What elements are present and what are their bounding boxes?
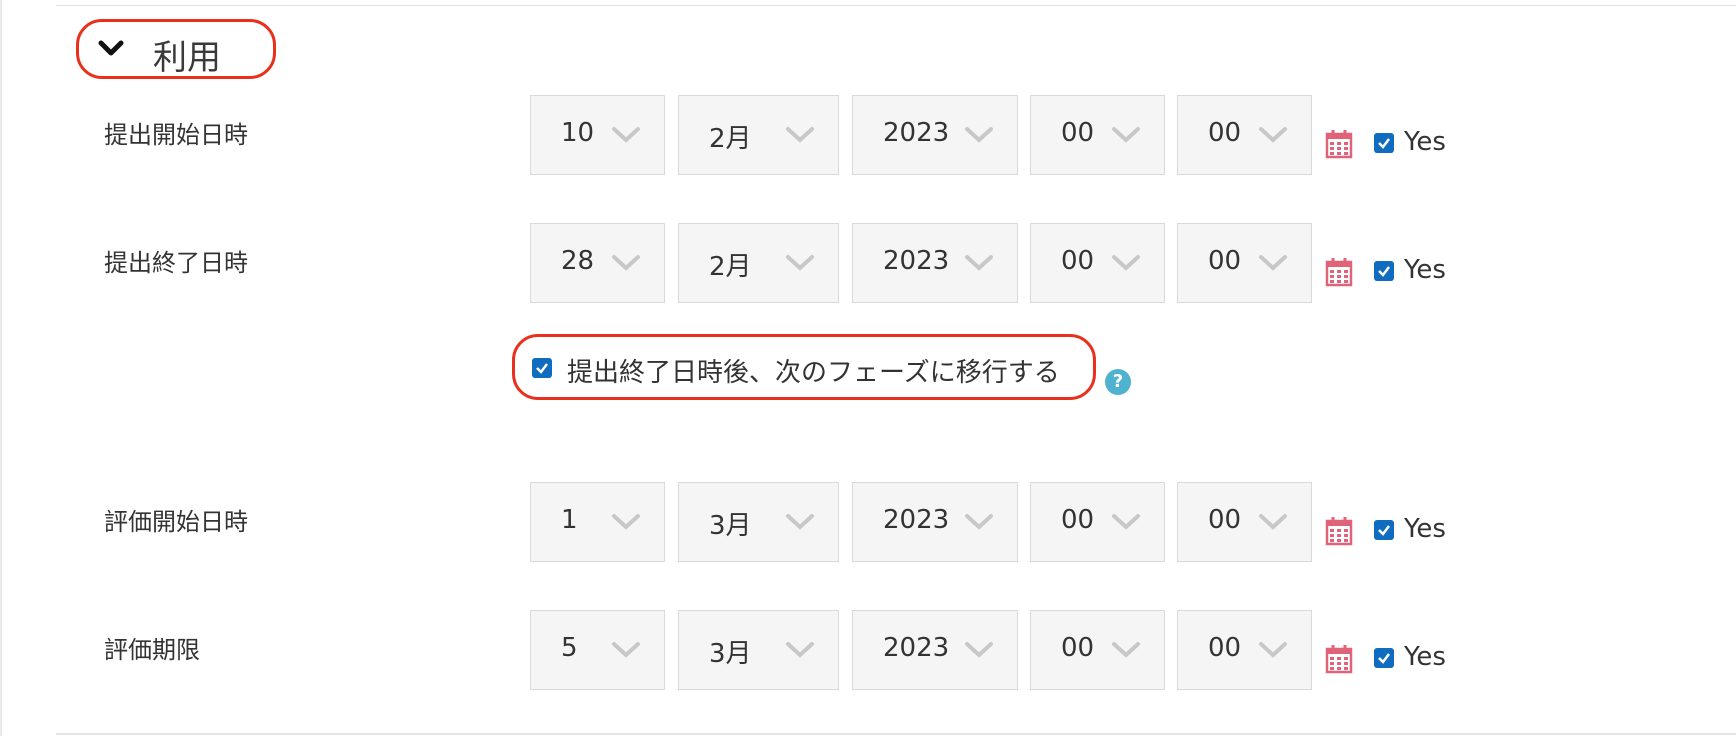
hour-select[interactable]: 00 [1030, 610, 1165, 690]
enable-checkbox[interactable] [1374, 261, 1394, 281]
auto-switch-label: 提出終了日時後、次のフェーズに移行する [567, 358, 1060, 388]
chevron-down-icon [1259, 255, 1287, 271]
hour-select[interactable]: 00 [1030, 223, 1165, 303]
question-circle-icon[interactable]: ? [1105, 369, 1131, 395]
chevron-down-icon [612, 255, 640, 271]
enable-label: Yes [1404, 127, 1446, 157]
year-select[interactable]: 2023 [852, 95, 1018, 175]
hour-select[interactable]: 00 [1030, 95, 1165, 175]
minute-select[interactable]: 00 [1177, 482, 1312, 562]
hour-value: 00 [1061, 505, 1095, 535]
chevron-down-icon [965, 255, 993, 271]
enable-checkbox[interactable] [1374, 520, 1394, 540]
day-value: 10 [561, 118, 595, 148]
hour-value: 00 [1061, 246, 1095, 276]
enable-checkbox[interactable] [1374, 133, 1394, 153]
chevron-down-icon [1112, 127, 1140, 143]
day-select[interactable]: 5 [530, 610, 665, 690]
month-select[interactable]: 3月 [678, 482, 839, 562]
row-label: 提出開始日時 [104, 121, 248, 149]
chevron-down-icon [1259, 642, 1287, 658]
chevron-down-icon [965, 642, 993, 658]
hour-value: 00 [1061, 118, 1095, 148]
row-label: 提出終了日時 [104, 249, 248, 277]
top-divider [56, 5, 1736, 6]
date-row-assessment-start: 評価開始日時 1 3月 2023 00 00 Yes [0, 482, 1736, 562]
chevron-down-icon [98, 40, 124, 56]
chevron-down-icon [1112, 255, 1140, 271]
date-row-submission-start: 提出開始日時 10 2月 2023 00 00 Yes [0, 95, 1736, 175]
enable-checkbox[interactable] [1374, 648, 1394, 668]
year-value: 2023 [883, 505, 950, 535]
hour-value: 00 [1061, 633, 1095, 663]
chevron-down-icon [1259, 514, 1287, 530]
year-select[interactable]: 2023 [852, 223, 1018, 303]
month-value: 3月 [709, 511, 752, 541]
enable-label: Yes [1404, 514, 1446, 544]
minute-value: 00 [1208, 633, 1242, 663]
calendar-icon[interactable] [1325, 644, 1353, 674]
day-value: 28 [561, 246, 595, 276]
row-label: 評価開始日時 [104, 508, 248, 536]
chevron-down-icon [786, 255, 814, 271]
month-select[interactable]: 2月 [678, 95, 839, 175]
chevron-down-icon [612, 514, 640, 530]
chevron-down-icon [786, 514, 814, 530]
day-value: 5 [561, 633, 578, 663]
year-value: 2023 [883, 246, 950, 276]
hour-select[interactable]: 00 [1030, 482, 1165, 562]
availability-section-toggle[interactable]: 利用 [76, 19, 276, 79]
bottom-divider [56, 733, 1736, 735]
date-row-assessment-end: 評価期限 5 3月 2023 00 00 Yes [0, 610, 1736, 690]
minute-select[interactable]: 00 [1177, 223, 1312, 303]
day-value: 1 [561, 505, 578, 535]
month-value: 2月 [709, 124, 752, 154]
month-value: 3月 [709, 639, 752, 669]
year-value: 2023 [883, 118, 950, 148]
chevron-down-icon [1112, 514, 1140, 530]
chevron-down-icon [965, 514, 993, 530]
month-select[interactable]: 3月 [678, 610, 839, 690]
day-select[interactable]: 10 [530, 95, 665, 175]
minute-value: 00 [1208, 118, 1242, 148]
minute-select[interactable]: 00 [1177, 610, 1312, 690]
date-row-submission-end: 提出終了日時 28 2月 2023 00 00 Yes [0, 223, 1736, 303]
section-title: 利用 [153, 38, 221, 78]
chevron-down-icon [1259, 127, 1287, 143]
minute-value: 00 [1208, 505, 1242, 535]
day-select[interactable]: 28 [530, 223, 665, 303]
chevron-down-icon [1112, 642, 1140, 658]
year-value: 2023 [883, 633, 950, 663]
enable-label: Yes [1404, 255, 1446, 285]
chevron-down-icon [965, 127, 993, 143]
calendar-icon[interactable] [1325, 129, 1353, 159]
chevron-down-icon [786, 127, 814, 143]
minute-value: 00 [1208, 246, 1242, 276]
row-label: 評価期限 [104, 636, 200, 664]
year-select[interactable]: 2023 [852, 482, 1018, 562]
month-select[interactable]: 2月 [678, 223, 839, 303]
calendar-icon[interactable] [1325, 516, 1353, 546]
calendar-icon[interactable] [1325, 257, 1353, 287]
year-select[interactable]: 2023 [852, 610, 1018, 690]
chevron-down-icon [612, 127, 640, 143]
auto-switch-checkbox[interactable] [532, 358, 552, 378]
chevron-down-icon [786, 642, 814, 658]
day-select[interactable]: 1 [530, 482, 665, 562]
month-value: 2月 [709, 252, 752, 282]
chevron-down-icon [612, 642, 640, 658]
minute-select[interactable]: 00 [1177, 95, 1312, 175]
enable-label: Yes [1404, 642, 1446, 672]
